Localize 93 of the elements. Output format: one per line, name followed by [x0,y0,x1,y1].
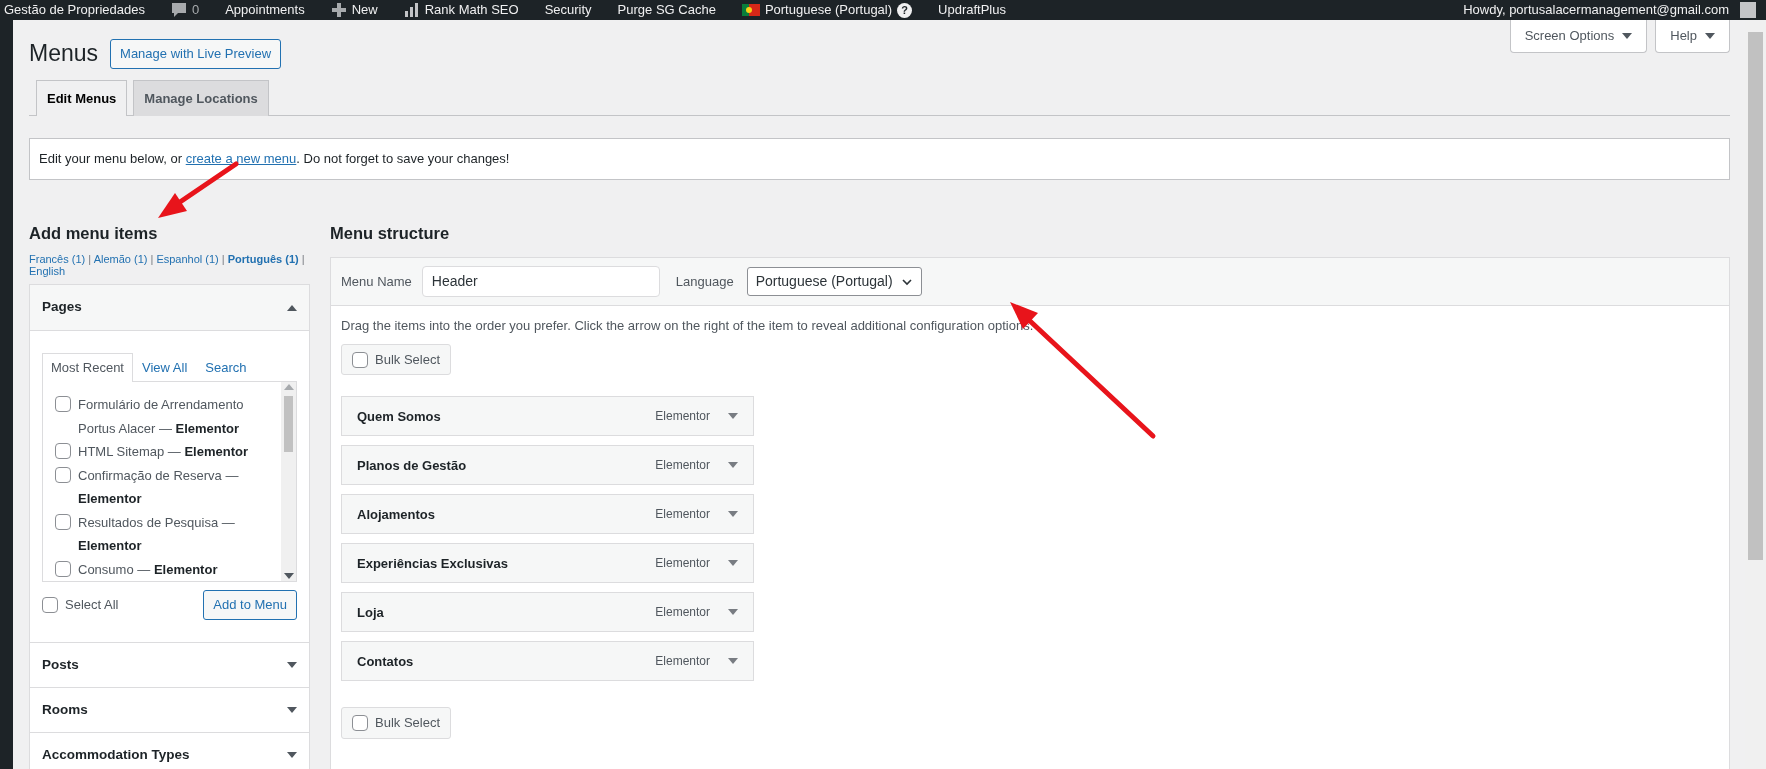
account-link[interactable]: Howdy, portusalacermanagement@gmail.com [1463,0,1756,20]
checkbox[interactable] [55,396,71,413]
checkbox[interactable] [55,466,71,483]
tab[interactable]: Manage Locations [133,79,269,116]
menu-item[interactable]: Alojamentos Elementor [341,494,754,535]
scrollbar-thumb[interactable] [1748,32,1763,560]
menu-item-title: Alojamentos [357,505,435,524]
language-filter-link[interactable]: Português (1) [227,253,299,266]
checkbox[interactable] [352,351,368,368]
flag-icon [741,4,760,16]
language-filter-link[interactable]: English [29,265,66,278]
menu-item-title: Planos de Gestão [357,456,467,475]
menu-item-type: Elementor [655,604,710,622]
toolbar-link[interactable]: Appointments [225,0,305,20]
menu-item[interactable]: Quem Somos Elementor [341,396,754,437]
separator: | [149,253,155,266]
accordion-title: Posts [42,655,79,674]
checkbox[interactable] [55,443,71,460]
caret-icon [1622,30,1633,41]
menu-item-title: Experiências Exclusivas [357,554,509,573]
scroll-up-icon [283,382,294,393]
accordion-title: Rooms [42,701,88,719]
speech-bubble-icon [170,2,187,18]
toolbar-link[interactable]: UpdraftPlus [938,0,1006,20]
separator: | [220,253,226,266]
notice-text: Edit your menu below, or create a new menu. Do not forget to save your changes! [29,138,1730,180]
bulk-select-label: Bulk Select [375,714,441,733]
help-badge: ? [897,2,913,18]
section-title: Menu structure [330,223,451,244]
accordion-header[interactable]: Accommodation Types [30,732,309,769]
checkbox[interactable] [42,597,58,613]
live-preview-button[interactable]: Manage with Live Preview [110,39,282,69]
list-scroll-thumb[interactable] [284,396,293,453]
site-link[interactable]: Gestão de Propriedades [4,0,145,20]
avatar-placeholder [1740,2,1756,18]
accordion-title: Pages [42,298,82,317]
toolbar-link[interactable]: Purge SG Cache [617,0,716,20]
tab[interactable]: View All [133,352,197,382]
checkbox[interactable] [55,560,71,577]
page-item-label: Resultados de Pesquisa — Elementor [78,513,236,556]
accordion-header[interactable]: Posts [30,641,309,687]
new-link[interactable]: New [330,0,378,20]
separator: | [87,253,93,266]
menu-item[interactable]: Experiências Exclusivas Elementor [341,543,754,584]
screen-meta-button[interactable]: Help [1655,20,1730,53]
comments-link[interactable]: 0 [170,0,200,20]
menu-item-type: Elementor [655,457,710,475]
bulk-select-button[interactable]: Bulk Select [341,343,452,376]
add-to-menu-button[interactable]: Add to Menu [203,590,297,620]
page-item-label: Confirmação de Reserva — Elementor [78,466,240,509]
menu-item-type: Elementor [655,653,710,671]
tab[interactable]: Edit Menus [36,79,128,116]
accordion-header[interactable]: Rooms [30,687,309,733]
caret-icon [1705,30,1715,41]
field-label: Language [675,273,734,292]
seo-link[interactable]: Rank Math SEO [403,0,519,20]
screen-meta-button[interactable]: Screen Options [1509,20,1648,53]
language-select[interactable]: Portuguese (Portugal) [746,267,922,297]
menu-item[interactable]: Planos de Gestão Elementor [341,445,754,486]
menu-item-type: Elementor [655,506,710,524]
plus-icon [330,2,347,18]
language-link[interactable]: Portuguese (Portugal) ? [741,0,913,20]
page-item-label: Formulário de Arrendamento Portus Alacer — Elementor [78,396,245,438]
language-filter-link[interactable]: Francês (1) [29,253,86,266]
section-title: Add menu items [29,223,159,244]
separator: | [300,253,305,266]
menu-item-type: Elementor [655,408,710,426]
bulk-select-button[interactable]: Bulk Select [341,707,452,739]
select-all-label: Select All [65,596,119,615]
language-filter-link[interactable]: Espanhol (1) [156,253,219,266]
language-filter-link[interactable]: Alemão (1) [93,253,148,266]
page-title: Menus [29,39,99,68]
menu-item-title: Loja [357,603,384,622]
checkbox[interactable] [55,513,71,530]
checkbox[interactable] [352,715,368,732]
menu-item-type: Elementor [655,555,710,573]
tab[interactable]: Search [196,352,256,382]
tab[interactable]: Most Recent [42,352,133,383]
menu-item-title: Quem Somos [357,407,441,426]
page-item-label: HTML Sitemap — Elementor [78,443,248,462]
toolbar-link[interactable]: Security [544,0,592,20]
bar-chart-icon [403,2,420,18]
menu-item-title: Contatos [357,652,414,671]
bulk-select-label: Bulk Select [375,350,441,369]
page-item-label: Consumo — Elementor [78,560,218,579]
list-scrollbar[interactable] [281,382,296,582]
field-label: Menu Name [341,273,412,292]
expand-arrow-icon [287,659,297,670]
accordion-header[interactable]: Pages [30,285,309,331]
accordion-title: Accommodation Types [42,746,190,765]
menu-name-field[interactable]: Header [421,266,660,298]
menu-item[interactable]: Loja Elementor [341,592,754,633]
menu-item[interactable]: Contatos Elementor [341,641,754,682]
